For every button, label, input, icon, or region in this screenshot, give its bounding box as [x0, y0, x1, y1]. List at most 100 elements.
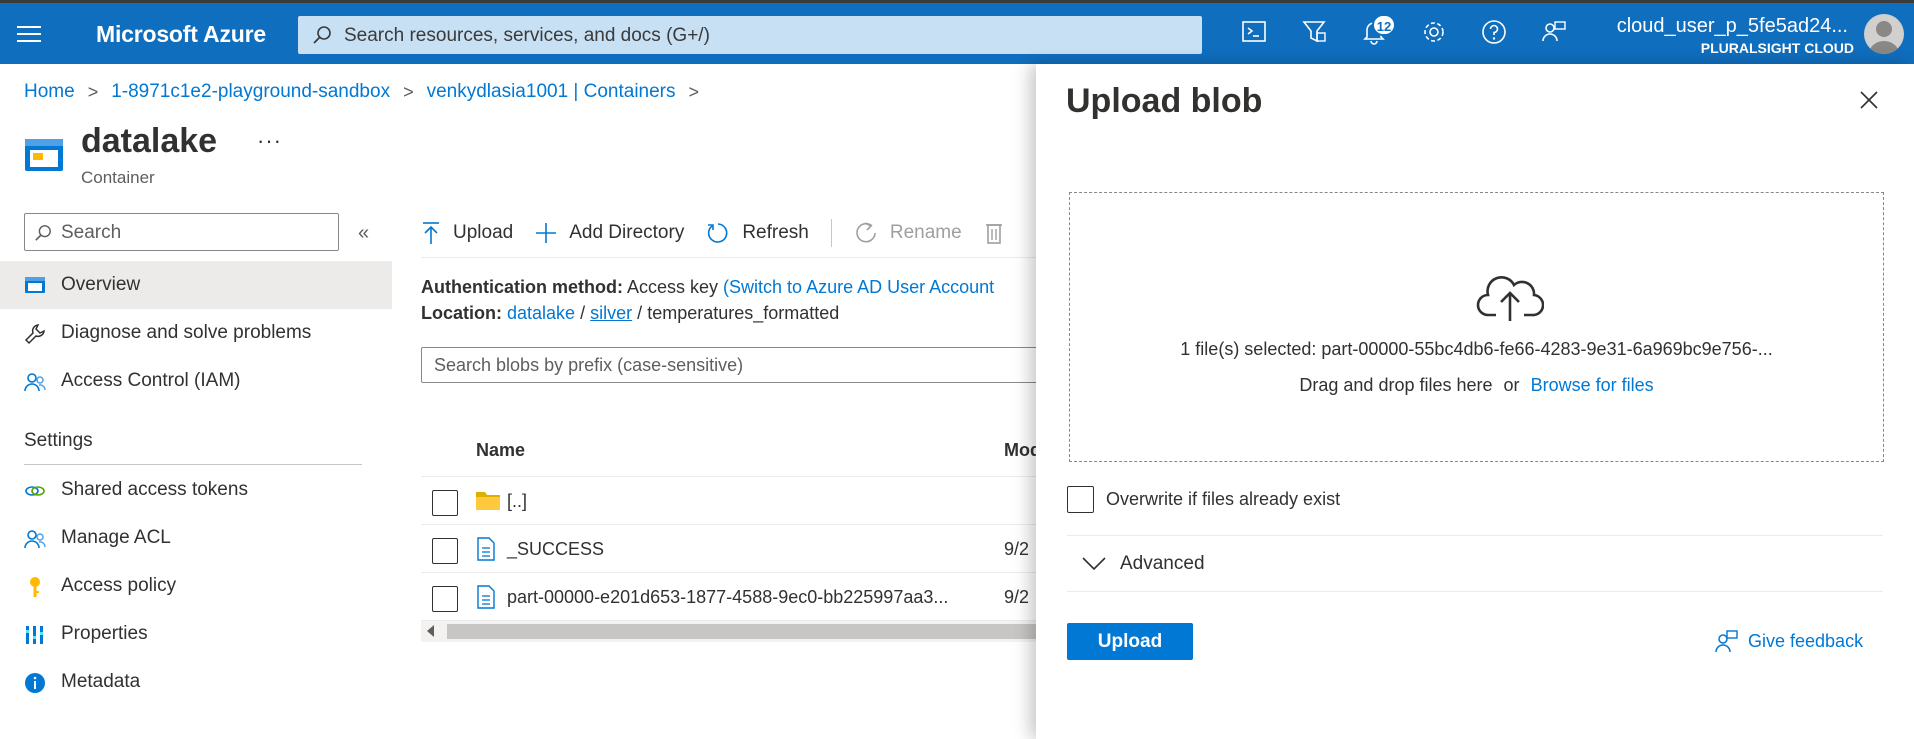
breadcrumb-chevron-icon: >	[403, 81, 414, 102]
row-name[interactable]: _SUCCESS	[507, 539, 604, 560]
breadcrumb-home[interactable]: Home	[24, 81, 75, 103]
location-silver-link[interactable]: silver	[590, 303, 632, 323]
drag-text: Drag and drop files here	[1299, 375, 1493, 395]
drag-drop-text: Drag and drop files here or Browse for f…	[1070, 375, 1883, 396]
auth-label: Authentication method:	[421, 277, 623, 297]
add-directory-label: Add Directory	[569, 222, 685, 243]
settings-heading: Settings	[24, 430, 93, 451]
avatar[interactable]	[1864, 14, 1904, 54]
sidebar-item-label: Properties	[61, 623, 148, 644]
directory-filter-icon[interactable]	[1300, 18, 1332, 50]
overwrite-checkbox[interactable]	[1067, 486, 1094, 513]
info-icon	[24, 672, 46, 694]
page-title: datalake	[81, 122, 218, 160]
advanced-toggle[interactable]: Advanced	[1082, 553, 1205, 575]
rename-label: Rename	[889, 222, 962, 243]
nav-search-input[interactable]: Search	[24, 213, 339, 251]
row-name[interactable]: part-00000-e201d653-1877-4588-9ec0-bb225…	[507, 587, 948, 608]
location: Location: datalake / silver / temperatur…	[421, 303, 839, 324]
row-checkbox[interactable]	[432, 538, 458, 564]
table-row[interactable]: part-00000-e201d653-1877-4588-9ec0-bb225…	[421, 573, 1041, 621]
sidebar-item-diagnose[interactable]: Diagnose and solve problems	[0, 309, 392, 357]
blob-search-input[interactable]: Search blobs by prefix (case-sensitive)	[421, 347, 1061, 383]
scroll-left-icon[interactable]	[427, 625, 434, 637]
refresh-button[interactable]: Refresh	[706, 221, 809, 245]
column-header-name[interactable]: Name	[476, 440, 525, 461]
sidebar-item-iam[interactable]: Access Control (IAM)	[0, 357, 392, 405]
breadcrumb-resource-group[interactable]: 1-8971c1e2-playground-sandbox	[111, 81, 390, 103]
close-icon[interactable]	[1859, 90, 1879, 110]
people-icon	[24, 371, 46, 393]
location-sep: /	[637, 303, 643, 323]
table-row[interactable]: [..]	[421, 477, 1041, 525]
scrollbar-thumb[interactable]	[447, 624, 1041, 639]
collapse-sidebar-button[interactable]: «	[358, 222, 369, 245]
location-label: Location:	[421, 303, 502, 323]
sidebar-item-manage-acl[interactable]: Manage ACL	[0, 514, 392, 562]
sidebar-item-label: Diagnose and solve problems	[61, 322, 312, 343]
blob-search-placeholder: Search blobs by prefix (case-sensitive)	[434, 355, 744, 375]
divider	[1067, 535, 1883, 536]
panel-title: Upload blob	[1066, 82, 1263, 120]
delete-button[interactable]	[984, 221, 1016, 245]
file-icon	[475, 585, 497, 609]
brand-title[interactable]: Microsoft Azure	[96, 21, 266, 48]
refresh-icon	[706, 221, 742, 245]
rename-icon	[854, 221, 890, 245]
toolbar-underline	[421, 257, 1041, 258]
row-checkbox[interactable]	[432, 490, 458, 516]
switch-auth-link[interactable]: (Switch to Azure AD User Account	[723, 277, 994, 297]
sidebar-item-shared-access-tokens[interactable]: Shared access tokens	[0, 466, 392, 514]
upload-label: Upload	[453, 222, 514, 243]
auth-value: Access key	[627, 277, 719, 297]
row-checkbox[interactable]	[432, 586, 458, 612]
row-name[interactable]: [..]	[507, 491, 527, 512]
upload-blob-panel: Upload blob 1 file(s) selected: part-000…	[1036, 64, 1914, 739]
file-dropzone[interactable]: 1 file(s) selected: part-00000-55bc4db6-…	[1069, 192, 1884, 462]
breadcrumb-chevron-icon: >	[87, 81, 99, 102]
add-directory-button[interactable]: Add Directory	[535, 222, 684, 244]
browse-files-link[interactable]: Browse for files	[1531, 375, 1654, 395]
upload-submit-button[interactable]: Upload	[1067, 623, 1193, 660]
breadcrumb-storage-account[interactable]: venkydlasia1001 | Containers	[427, 81, 676, 103]
selected-file-text: 1 file(s) selected: part-00000-55bc4db6-…	[1180, 339, 1773, 359]
sidebar-item-properties[interactable]: Properties	[0, 610, 392, 658]
notifications-badge: 12	[1372, 14, 1396, 36]
sidebar-item-overview[interactable]: Overview	[0, 261, 392, 309]
overview-icon	[24, 275, 46, 297]
sidebar-item-access-policy[interactable]: Access policy	[0, 562, 392, 610]
auth-method: Authentication method: Access key (Switc…	[421, 277, 994, 298]
nav-search-placeholder: Search	[61, 222, 122, 243]
horizontal-scrollbar[interactable]	[421, 621, 1041, 642]
help-icon[interactable]	[1480, 18, 1512, 50]
global-search[interactable]: Search resources, services, and docs (G+…	[298, 16, 1202, 54]
container-icon	[24, 137, 64, 173]
divider	[24, 464, 362, 465]
cloud-shell-icon[interactable]	[1240, 18, 1272, 50]
more-options-button[interactable]: ···	[257, 128, 282, 154]
global-search-placeholder: Search resources, services, and docs (G+…	[344, 25, 710, 46]
page-subtitle: Container	[81, 168, 155, 187]
wrench-icon	[24, 323, 46, 345]
chevron-down-icon	[1082, 557, 1120, 571]
table-row[interactable]: _SUCCESS 9/2	[421, 525, 1041, 573]
feedback-icon[interactable]	[1540, 18, 1572, 50]
rename-button[interactable]: Rename	[854, 221, 962, 245]
link-icon	[24, 480, 46, 502]
user-org[interactable]: PLURALSIGHT CLOUD	[1701, 40, 1854, 56]
upload-button[interactable]: Upload	[421, 221, 513, 245]
properties-icon	[24, 624, 46, 646]
sidebar-item-label: Manage ACL	[61, 527, 171, 548]
search-icon	[312, 25, 332, 45]
location-datalake-link[interactable]: datalake	[507, 303, 575, 323]
feedback-label: Give feedback	[1748, 630, 1864, 651]
user-name[interactable]: cloud_user_p_5fe5ad24...	[1617, 15, 1848, 38]
sidebar-item-label: Access policy	[61, 575, 177, 596]
menu-icon[interactable]	[17, 24, 43, 44]
sidebar-item-metadata[interactable]: Metadata	[0, 658, 392, 706]
overwrite-label[interactable]: Overwrite if files already exist	[1106, 489, 1340, 510]
settings-icon[interactable]	[1420, 18, 1452, 50]
breadcrumb-chevron-icon: >	[688, 81, 700, 102]
give-feedback-link[interactable]: Give feedback	[1714, 629, 1863, 653]
row-modified: 9/2	[1004, 539, 1030, 559]
